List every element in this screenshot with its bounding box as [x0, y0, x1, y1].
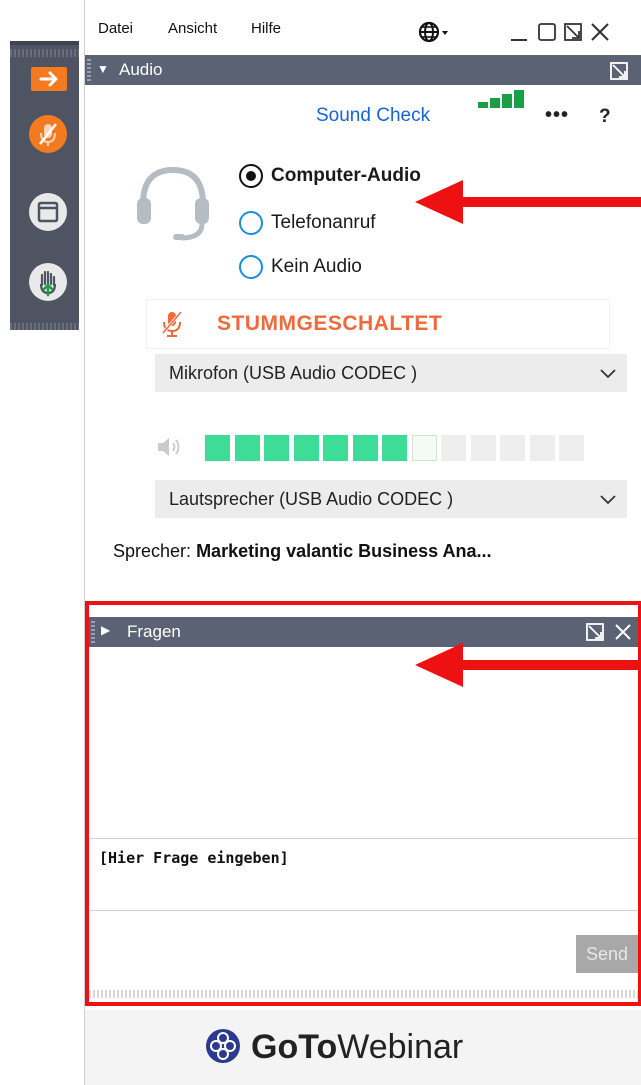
mic-muted-icon — [39, 123, 57, 146]
maximize-icon[interactable] — [536, 20, 558, 44]
resize-grip[interactable] — [89, 990, 638, 998]
raise-hand-button[interactable] — [29, 263, 67, 301]
webinar-window: Datei Ansicht Hilfe ▼ Audio Sound Check … — [84, 0, 641, 1085]
menu-datei[interactable]: Datei — [98, 20, 133, 37]
mute-status-text: STUMMGESCHALTET — [217, 312, 443, 335]
level-segment — [470, 435, 496, 461]
mic-muted-icon — [161, 311, 183, 337]
speaker-label: Sprecher: — [113, 541, 192, 561]
question-input[interactable]: [Hier Frage eingeben] — [89, 838, 638, 911]
level-segment — [205, 435, 230, 461]
speaker-device-value: Lautsprecher (USB Audio CODEC ) — [169, 489, 454, 509]
option-label: Telefonanruf — [271, 212, 376, 233]
control-strip — [10, 41, 79, 330]
option-label: Kein Audio — [271, 256, 362, 277]
menu-hilfe[interactable]: Hilfe — [251, 20, 281, 37]
expand-triangle-icon[interactable]: ▶ — [101, 623, 110, 637]
level-segment — [264, 435, 289, 461]
level-segment — [411, 435, 437, 461]
radio-kein-audio[interactable] — [239, 255, 263, 279]
strip-grip[interactable] — [10, 49, 79, 57]
current-speaker: Sprecher: Marketing valantic Business An… — [113, 541, 492, 562]
level-segment — [441, 435, 466, 461]
audio-panel-header[interactable]: ▼ Audio — [85, 55, 641, 85]
option-label: Computer-Audio — [271, 165, 421, 186]
level-segment — [352, 435, 378, 461]
arrow-right-icon — [39, 71, 58, 87]
close-icon[interactable] — [589, 20, 611, 44]
gotowebinar-logo-icon — [206, 1029, 240, 1063]
strip-grip-bottom[interactable] — [10, 323, 79, 330]
brand-bold: GoTo — [251, 1028, 338, 1066]
annotation-arrow-icon — [415, 180, 641, 224]
audio-popout-icon[interactable] — [609, 61, 629, 81]
level-segment — [500, 435, 525, 461]
globe-icon[interactable] — [418, 20, 458, 44]
sound-check-link[interactable]: Sound Check — [316, 105, 430, 127]
questions-close-icon[interactable] — [613, 622, 633, 642]
speaker-select[interactable]: Lautsprecher (USB Audio CODEC ) — [155, 480, 627, 518]
option-telefonanruf[interactable]: Telefonanruf — [239, 211, 376, 235]
help-button[interactable]: ? — [599, 106, 611, 128]
speaker-name: Marketing valantic Business Ana... — [196, 541, 492, 561]
chevron-down-icon — [600, 369, 616, 379]
microphone-select[interactable]: Mikrofon (USB Audio CODEC ) — [155, 354, 627, 392]
minimize-icon[interactable] — [508, 20, 530, 44]
collapse-panel-button[interactable] — [31, 67, 67, 91]
brand-light: Webinar — [337, 1028, 464, 1066]
mute-status-bar[interactable]: STUMMGESCHALTET — [147, 300, 609, 348]
mute-toggle-button[interactable] — [29, 115, 67, 153]
popout-icon[interactable] — [562, 20, 584, 44]
headset-icon — [137, 166, 209, 241]
level-segment — [323, 435, 348, 461]
level-segment — [234, 435, 260, 461]
gotowebinar-logo: GoToWebinar — [251, 1028, 463, 1067]
menu-bar: Datei Ansicht Hilfe — [85, 0, 641, 55]
speaker-icon — [158, 438, 180, 456]
radio-computer-audio[interactable] — [239, 164, 263, 188]
microphone-value: Mikrofon (USB Audio CODEC ) — [169, 363, 418, 383]
menu-ansicht[interactable]: Ansicht — [168, 20, 217, 37]
level-segment — [293, 435, 319, 461]
option-kein-audio[interactable]: Kein Audio — [239, 255, 362, 279]
collapse-triangle-icon[interactable]: ▼ — [97, 62, 109, 76]
level-segment — [529, 435, 555, 461]
level-segment — [382, 435, 407, 461]
level-segment — [559, 435, 584, 461]
audio-panel-title: Audio — [119, 60, 163, 79]
questions-popout-icon[interactable] — [585, 622, 605, 642]
annotation-arrow-icon — [415, 643, 641, 687]
window-icon — [37, 201, 59, 223]
raise-hand-icon — [39, 270, 57, 297]
send-button[interactable]: Send — [576, 935, 638, 973]
radio-telefonanruf[interactable] — [239, 211, 263, 235]
more-options-button[interactable]: ••• — [545, 104, 569, 127]
show-panel-button[interactable] — [29, 193, 67, 231]
chevron-down-icon — [600, 495, 616, 505]
panel-grip[interactable] — [91, 621, 95, 643]
panel-grip[interactable] — [87, 59, 91, 81]
questions-panel-title: Fragen — [127, 622, 181, 641]
option-computer-audio[interactable]: Computer-Audio — [239, 164, 421, 188]
